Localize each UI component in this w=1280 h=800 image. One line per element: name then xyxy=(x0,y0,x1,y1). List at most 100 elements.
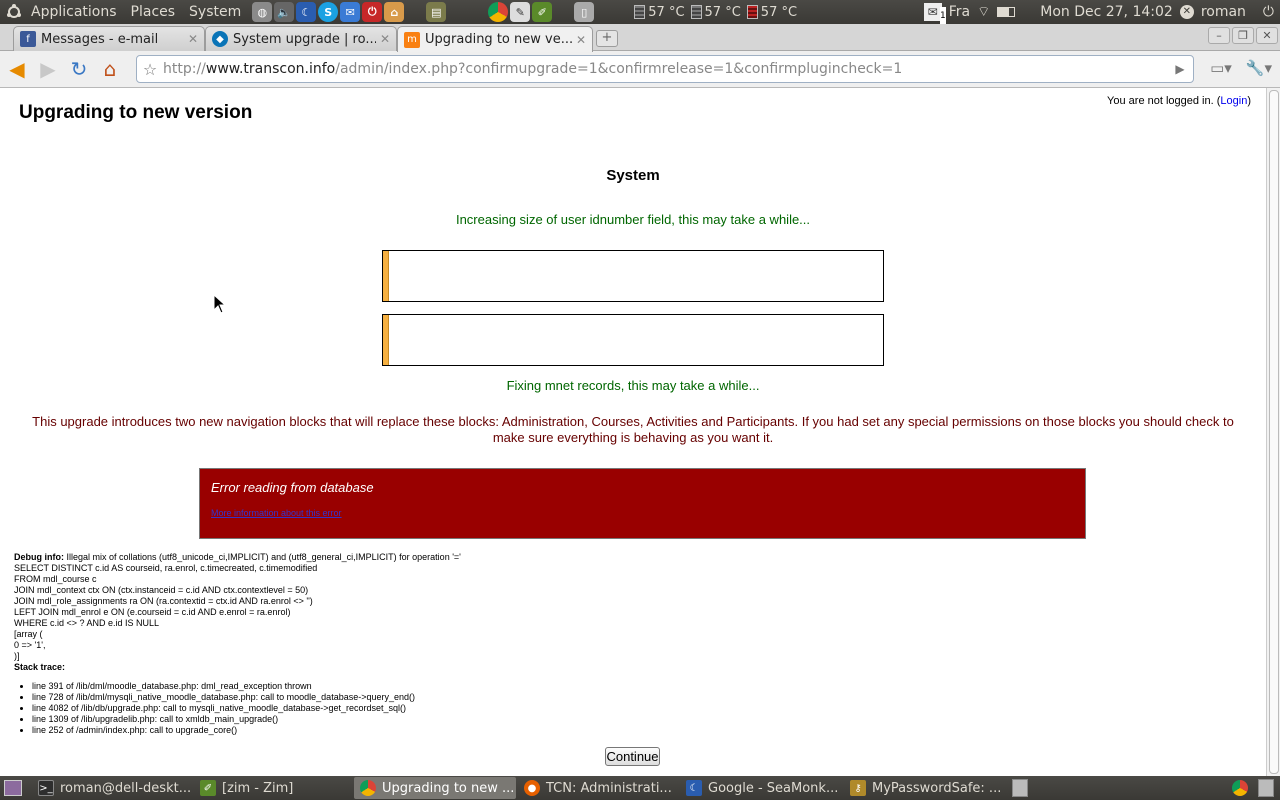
moodle-icon: m xyxy=(404,31,420,48)
chip-icon xyxy=(690,5,702,19)
stack-item: line 252 of /admin/index.php: call to up… xyxy=(32,725,415,736)
home-button[interactable]: ⌂ xyxy=(96,55,124,83)
error-box: Error reading from database More informa… xyxy=(199,468,1086,539)
ubuntu-logo-icon[interactable] xyxy=(4,2,24,22)
drupal-icon: ◆ xyxy=(212,31,228,47)
url-text[interactable]: http://www.transcon.info/admin/index.php… xyxy=(163,61,1167,77)
debug-sql: SELECT DISTINCT c.id AS courseid, ra.enr… xyxy=(14,563,318,661)
forward-button[interactable]: ▶ xyxy=(34,55,62,83)
stack-trace-list: line 391 of /lib/dml/moodle_database.php… xyxy=(32,681,415,736)
notice-mnet: Fixing mnet records, this may take a whi… xyxy=(506,378,760,393)
cpu-temp-3: 57 °C xyxy=(746,5,797,20)
tab-messages[interactable]: f Messages - e-mail ✕ xyxy=(13,26,205,51)
task-terminal[interactable]: >_ roman@dell-deskt... xyxy=(32,777,192,799)
task-firefox[interactable]: ● TCN: Administrati... xyxy=(518,777,678,799)
clock[interactable]: Mon Dec 27, 14:02 xyxy=(1040,4,1173,20)
seamonkey-icon[interactable]: ☾ xyxy=(296,2,317,22)
system-tray: ✉ 1 Fra ⌔ Mon Dec 27, 14:02 ✕ roman ⏻ xyxy=(923,3,1280,25)
task-seamonkey[interactable]: ☾ Google - SeaMonk... xyxy=(680,777,842,799)
close-window-button[interactable]: ✕ xyxy=(1256,27,1278,44)
chip-icon xyxy=(634,5,646,19)
minimize-button[interactable]: – xyxy=(1208,27,1230,44)
task-zim[interactable]: ✐ [zim - Zim] xyxy=(194,777,352,799)
launchers: ◍ 🔈 ☾ S ✉ ⏻ ⌂ ▤ ✎ ✐ ▯ xyxy=(252,2,595,22)
home-folder-icon[interactable]: ⌂ xyxy=(384,2,405,22)
maximize-button[interactable]: ❐ xyxy=(1232,27,1254,44)
user-status-icon: ✕ xyxy=(1179,5,1194,19)
debug-summary: Illegal mix of collations (utf8_unicode_… xyxy=(66,552,461,562)
archive-icon[interactable]: ▤ xyxy=(426,2,447,22)
show-desktop-icon[interactable] xyxy=(4,780,22,796)
login-link[interactable]: Login xyxy=(1220,95,1247,107)
stack-trace-label: Stack trace: xyxy=(14,662,66,672)
task-chrome[interactable]: Upgrading to new ... xyxy=(354,777,516,799)
window-controls: – ❐ ✕ xyxy=(1208,27,1278,44)
facebook-icon: f xyxy=(20,31,36,47)
progress-fill-2 xyxy=(383,315,389,365)
tab-upgrading[interactable]: m Upgrading to new ve... ✕ xyxy=(397,26,593,52)
warning-navigation-blocks: This upgrade introduces two new navigati… xyxy=(32,414,1234,445)
page-title: Upgrading to new version xyxy=(19,102,253,123)
page-menu-icon[interactable]: ▭▾ xyxy=(1210,59,1232,77)
stack-item: line 391 of /lib/dml/moodle_database.php… xyxy=(32,681,415,692)
tab-close-icon[interactable]: ✕ xyxy=(380,32,390,46)
cpu-temp-1: 57 °C xyxy=(634,5,685,20)
tab-close-icon[interactable]: ✕ xyxy=(576,33,586,47)
reload-button[interactable]: ↻ xyxy=(65,55,93,83)
temperature-monitors: 57 °C 57 °C 57 °C xyxy=(634,5,797,20)
new-tab-button[interactable]: + xyxy=(596,30,618,47)
more-info-link[interactable]: More information about this error xyxy=(211,508,342,518)
ipod-icon[interactable]: ▯ xyxy=(574,2,595,22)
power-icon[interactable]: ⏻ xyxy=(362,2,383,22)
bookmark-star-icon[interactable]: ☆ xyxy=(137,60,163,79)
skype-icon[interactable]: S xyxy=(318,2,339,22)
tab-close-icon[interactable]: ✕ xyxy=(188,32,198,46)
page-content: You are not logged in. (Login) Upgrading… xyxy=(0,88,1266,776)
tab-system-upgrade[interactable]: ◆ System upgrade | ro... ✕ xyxy=(205,26,397,51)
browser-toolbar: ◀ ▶ ↻ ⌂ ☆ http://www.transcon.info/admin… xyxy=(0,51,1280,88)
top-panel: Applications Places System ◍ 🔈 ☾ S ✉ ⏻ ⌂… xyxy=(0,0,1280,25)
trash-tray-icon[interactable] xyxy=(1258,779,1274,797)
thunderbird-icon[interactable]: ✉ xyxy=(340,2,361,22)
task-mypasswordsafe[interactable]: ⚷ MyPasswordSafe: ... xyxy=(844,777,1004,799)
battery-icon[interactable] xyxy=(997,7,1016,17)
notification-count: 1 xyxy=(939,7,946,25)
chrome-icon[interactable] xyxy=(488,2,509,22)
cpu-temp-2: 57 °C xyxy=(690,5,741,20)
user-name[interactable]: roman xyxy=(1201,4,1246,20)
debug-label: Debug info: xyxy=(14,552,64,562)
login-info: You are not logged in. (Login) xyxy=(1107,95,1251,107)
go-arrow-icon[interactable]: ▶ xyxy=(1167,62,1193,76)
notice-idnumber: Increasing size of user idnumber field, … xyxy=(455,212,811,227)
debug-info: Debug info: Illegal mix of collations (u… xyxy=(14,552,461,673)
terminal-icon: >_ xyxy=(38,780,54,796)
zim-icon: ✐ xyxy=(200,780,216,796)
network-globe-icon[interactable]: ◍ xyxy=(252,2,273,22)
volume-icon[interactable]: 🔈 xyxy=(274,2,295,22)
mouse-pointer-icon xyxy=(213,294,227,314)
keyboard-layout[interactable]: Fra xyxy=(949,4,970,20)
menu-system[interactable]: System xyxy=(182,4,248,20)
scrollbar-thumb[interactable] xyxy=(1269,90,1279,774)
stack-item: line 4082 of /lib/db/upgrade.php: call t… xyxy=(32,703,415,714)
chip-icon xyxy=(746,5,758,19)
stack-item: line 1309 of /lib/upgradelib.php: call t… xyxy=(32,714,415,725)
shutdown-icon[interactable]: ⏻ xyxy=(1263,4,1274,20)
continue-button[interactable]: Continue xyxy=(605,747,660,766)
section-heading: System xyxy=(606,167,660,184)
menu-places[interactable]: Places xyxy=(124,4,183,20)
zim-icon[interactable]: ✐ xyxy=(532,2,553,22)
mail-notification-icon[interactable]: ✉ 1 xyxy=(923,3,946,25)
wrench-menu-icon[interactable]: 🔧▾ xyxy=(1246,59,1272,77)
menu-applications[interactable]: Applications xyxy=(24,4,124,20)
error-message: Error reading from database xyxy=(211,480,374,495)
address-bar[interactable]: ☆ http://www.transcon.info/admin/index.p… xyxy=(136,55,1194,83)
toolbar-menus: ▭▾ 🔧▾ xyxy=(1210,59,1272,77)
wifi-icon[interactable]: ⌔ xyxy=(977,3,990,21)
back-button[interactable]: ◀ xyxy=(3,55,31,83)
key-icon: ⚷ xyxy=(850,780,866,796)
text-editor-icon[interactable]: ✎ xyxy=(510,2,531,22)
page-scrollbar[interactable] xyxy=(1266,88,1280,776)
trash-icon[interactable] xyxy=(1012,779,1028,797)
chrome-tray-icon[interactable] xyxy=(1232,780,1248,796)
